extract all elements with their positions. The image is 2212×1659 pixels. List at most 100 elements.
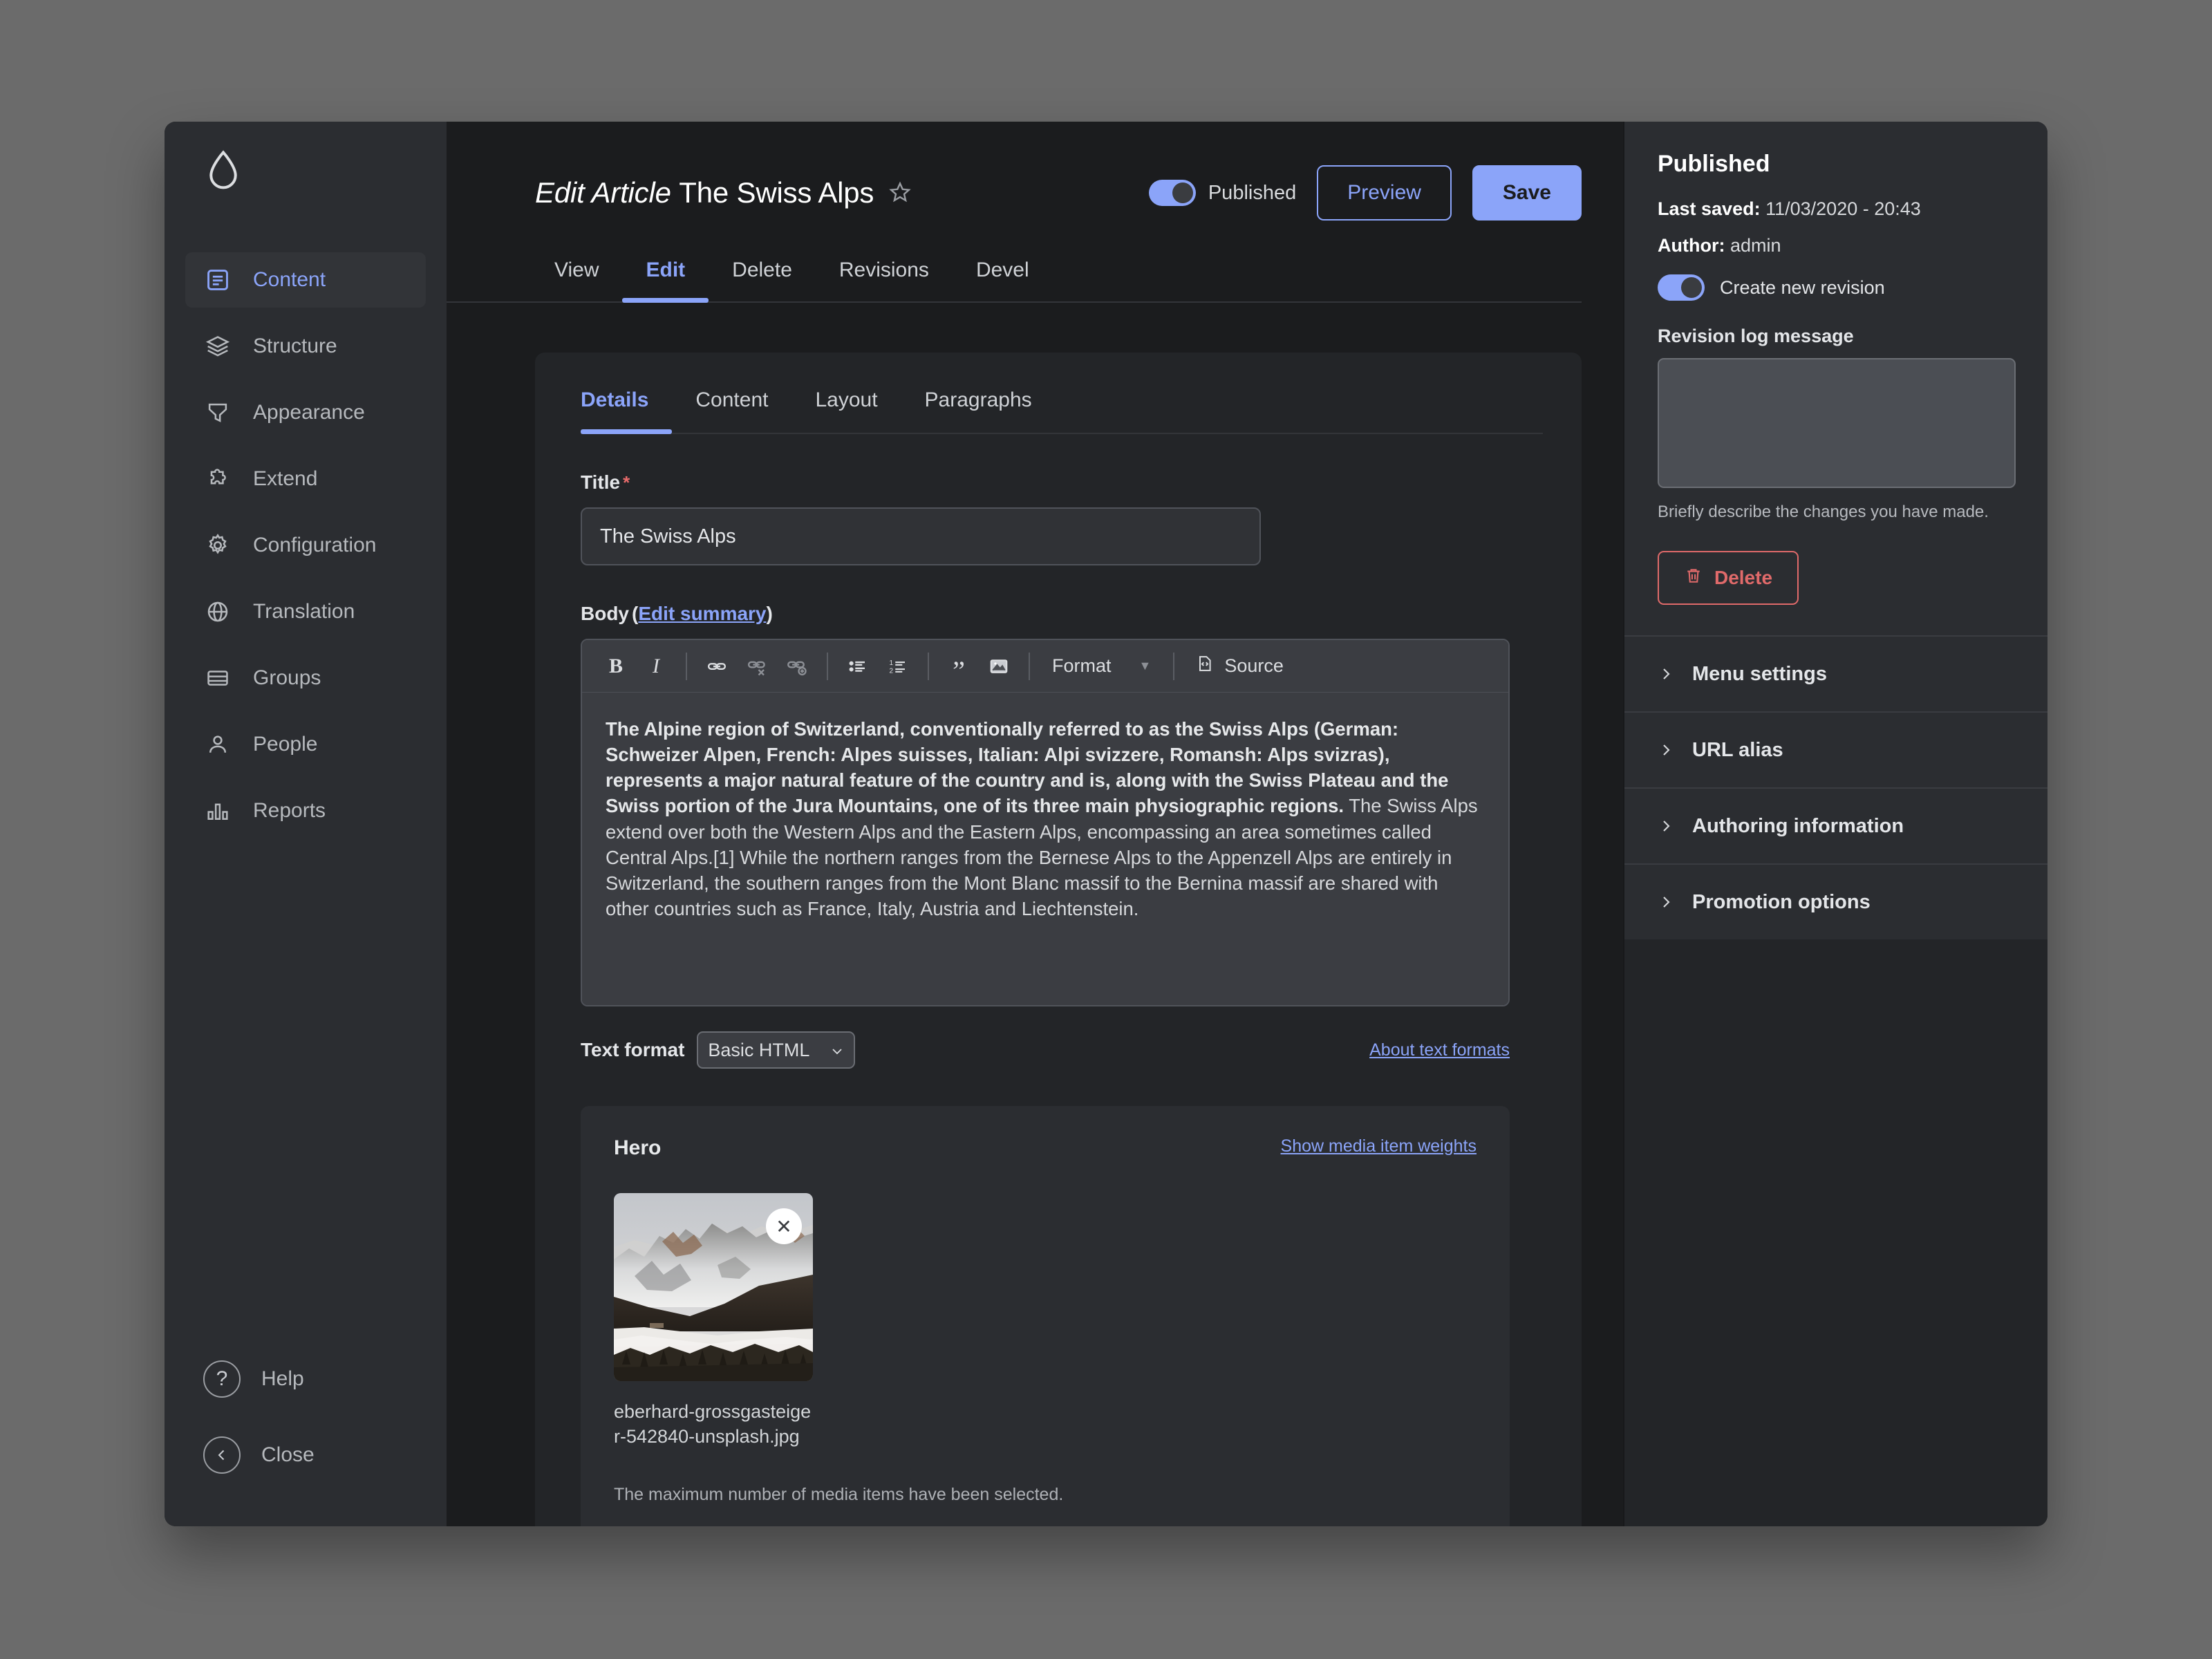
svg-text:2: 2 (890, 667, 894, 675)
numbered-list-icon[interactable]: 1 2 (879, 648, 917, 685)
edit-summary-link[interactable]: Edit summary (638, 603, 766, 624)
bars-chart-icon (203, 796, 232, 825)
trash-icon (1684, 566, 1703, 590)
sidebar-item-label: People (253, 733, 318, 756)
unlink-icon[interactable] (738, 648, 776, 685)
form-area: Title * Body (Edit summary) B I (535, 434, 1582, 1526)
tab-delete[interactable]: Delete (709, 259, 816, 301)
about-text-formats-link[interactable]: About text formats (1369, 1040, 1510, 1060)
sidebar-item-people[interactable]: People (165, 711, 447, 778)
sidebar-item-extend[interactable]: Extend (165, 446, 447, 512)
save-button[interactable]: Save (1472, 165, 1582, 221)
accordion-authoring-information[interactable]: Authoring information (1624, 787, 2047, 863)
star-outline-icon[interactable] (888, 180, 912, 209)
groups-icon (203, 664, 232, 693)
accordion-label: URL alias (1692, 738, 1783, 761)
chevron-right-icon (1658, 894, 1674, 910)
primary-tabs: View Edit Delete Revisions Devel (447, 225, 1582, 303)
create-new-revision-row: Create new revision (1658, 274, 2014, 301)
toggle-knob (1681, 277, 1702, 298)
accordion-url-alias[interactable]: URL alias (1624, 711, 2047, 787)
author-label: Author: (1658, 235, 1725, 256)
accordion-promotion-options[interactable]: Promotion options (1624, 863, 2047, 939)
main-content: Edit Article The Swiss Alps Published Pr… (447, 122, 1623, 1526)
question-circle-icon: ? (203, 1360, 241, 1398)
title-label-text: Title (581, 471, 621, 493)
sidebar-item-configuration[interactable]: Configuration (165, 512, 447, 579)
accordion-label: Promotion options (1692, 890, 1871, 913)
sidebar-item-help[interactable]: ? Help (165, 1341, 447, 1417)
tab-content[interactable]: Content (672, 388, 791, 433)
page-title-wrap: Edit Article The Swiss Alps (535, 176, 1149, 209)
sidebar-item-translation[interactable]: Translation (165, 579, 447, 645)
body-editable-area[interactable]: The Alpine region of Switzerland, conven… (582, 693, 1508, 1005)
tab-details[interactable]: Details (581, 388, 673, 434)
accordion-label: Menu settings (1692, 662, 1827, 685)
text-format-value: Basic HTML (708, 1039, 810, 1060)
left-sidebar: Content Structure Appearance Extend Conf… (165, 122, 447, 1526)
chevron-down-icon (830, 1040, 844, 1061)
bold-icon[interactable]: B (597, 648, 635, 685)
sidebar-item-label: Structure (253, 335, 337, 357)
chevron-down-icon: ▼ (1138, 659, 1152, 673)
sidebar-item-label: Groups (253, 666, 321, 689)
create-new-revision-toggle[interactable] (1658, 274, 1705, 301)
body-label-text: Body (581, 603, 629, 624)
sidebar-item-groups[interactable]: Groups (165, 645, 447, 711)
source-code-icon (1195, 654, 1215, 678)
edit-summary-wrap: (Edit summary) (632, 603, 773, 624)
format-dropdown[interactable]: Format ▼ (1041, 655, 1162, 677)
revision-log-textarea[interactable] (1658, 358, 2016, 488)
header-actions: Published Preview Save (1148, 165, 1582, 221)
puzzle-icon (203, 465, 232, 494)
sidebar-item-content[interactable]: Content (165, 247, 447, 313)
app-window: Content Structure Appearance Extend Conf… (165, 122, 2047, 1526)
format-dropdown-label: Format (1052, 655, 1112, 676)
delete-button[interactable]: Delete (1658, 551, 1799, 605)
image-icon[interactable] (980, 648, 1018, 685)
chevron-left-circle-icon (203, 1436, 241, 1474)
blockquote-icon[interactable]: ” (940, 648, 977, 685)
accordion-menu-settings[interactable]: Menu settings (1624, 635, 2047, 711)
chevron-right-icon (1658, 666, 1674, 682)
link-icon[interactable] (698, 648, 735, 685)
sidebar-item-reports[interactable]: Reports (165, 778, 447, 844)
editor-toolbar: B I 1 2 ” Format ▼ Source (582, 640, 1508, 693)
last-saved-label: Last saved: (1658, 198, 1761, 219)
right-sidebar-filler (1624, 939, 2047, 1526)
tab-edit[interactable]: Edit (622, 259, 709, 303)
italic-icon[interactable]: I (637, 648, 675, 685)
add-link-icon[interactable] (778, 648, 816, 685)
toggle-knob (1172, 182, 1193, 203)
sidebar-item-structure[interactable]: Structure (165, 313, 447, 379)
sidebar-item-label: Configuration (253, 534, 377, 556)
text-format-select[interactable]: Basic HTML (697, 1031, 856, 1069)
sidebar-item-close[interactable]: Close (165, 1417, 447, 1493)
title-input[interactable] (581, 507, 1261, 565)
author-value: admin (1730, 235, 1781, 256)
source-button[interactable]: Source (1185, 654, 1293, 678)
tab-devel[interactable]: Devel (953, 259, 1053, 301)
chevron-right-icon (1658, 742, 1674, 758)
content-icon (203, 265, 232, 294)
toolbar-separator (928, 652, 929, 680)
bulleted-list-icon[interactable] (839, 648, 877, 685)
right-sidebar: Published Last saved: 11/03/2020 - 20:43… (1623, 122, 2047, 1526)
revision-log-label: Revision log message (1658, 326, 1854, 346)
tab-view[interactable]: View (531, 259, 622, 301)
sidebar-item-appearance[interactable]: Appearance (165, 379, 447, 446)
published-toggle[interactable] (1148, 180, 1196, 206)
required-marker: * (623, 472, 630, 493)
media-thumbnail[interactable]: ✕ (614, 1193, 813, 1381)
tab-paragraphs[interactable]: Paragraphs (901, 388, 1056, 433)
body-bold-text: The Alpine region of Switzerland, conven… (606, 718, 1449, 817)
drupal-drop-icon[interactable] (165, 149, 447, 196)
tab-revisions[interactable]: Revisions (816, 259, 953, 301)
sidebar-item-label: Appearance (253, 401, 365, 424)
show-media-item-weights-link[interactable]: Show media item weights (1281, 1136, 1477, 1156)
preview-button[interactable]: Preview (1317, 165, 1452, 221)
hero-media-field: Hero Show media item weights ✕ eberhard-… (581, 1106, 1510, 1526)
remove-media-button[interactable]: ✕ (766, 1208, 802, 1244)
tab-layout[interactable]: Layout (791, 388, 901, 433)
toolbar-separator (686, 652, 687, 680)
